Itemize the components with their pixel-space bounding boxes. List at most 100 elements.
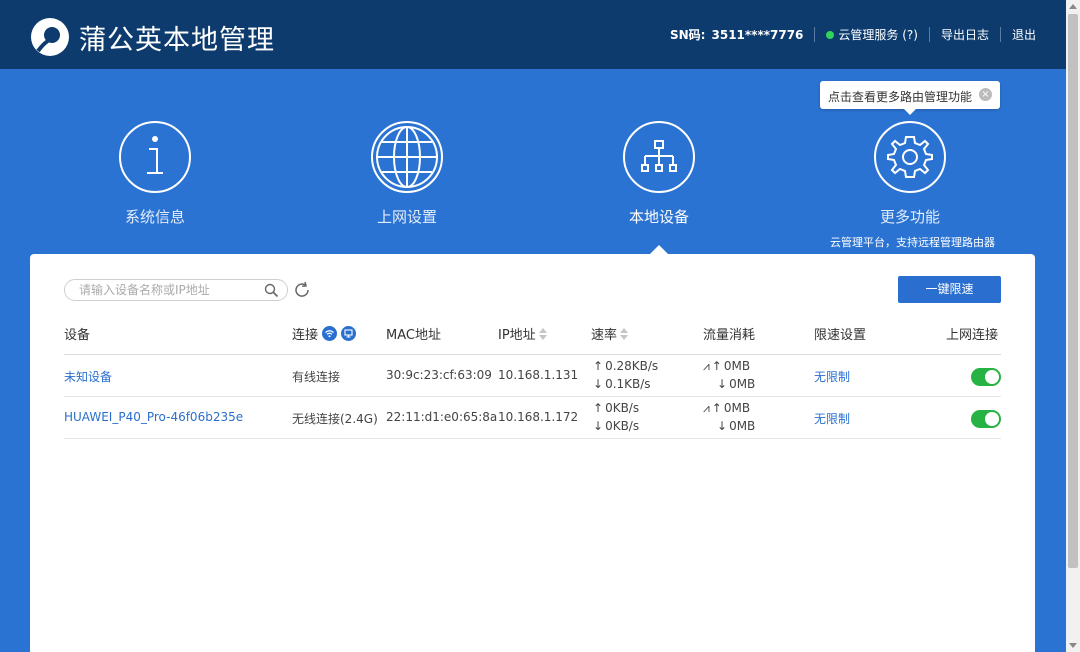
traffic-up: ⩘ ↑ 0MB xyxy=(703,401,750,416)
wired-filter-icon[interactable] xyxy=(341,326,357,341)
cloud-service-link[interactable]: 云管理服务 (?) xyxy=(838,26,918,43)
header-label: 限速设置 xyxy=(814,328,867,343)
rate-up-value: 0.28KB/s xyxy=(605,359,659,373)
arrow-up-icon: ↑ xyxy=(593,359,604,373)
nav-label: 上网设置 xyxy=(376,208,437,226)
header-divider xyxy=(64,354,1001,355)
sn-value: 3511****7776 xyxy=(711,27,804,42)
refresh-icon[interactable] xyxy=(293,281,311,299)
nav-internet-settings[interactable]: 上网设置 xyxy=(327,121,487,227)
scroll-thumb[interactable] xyxy=(1068,14,1078,568)
row-divider xyxy=(64,396,1001,397)
traffic-chart-icon[interactable]: ⩘ xyxy=(703,401,710,415)
app-title: 蒲公英本地管理 xyxy=(79,25,275,56)
rate-down: ↓ 0.1KB/s xyxy=(593,377,651,391)
globe-icon xyxy=(371,121,443,193)
network-topology-icon xyxy=(623,121,695,193)
arrow-down-icon: ↓ xyxy=(717,377,728,391)
arrow-down-icon: ↓ xyxy=(593,419,604,433)
mac-address: 30:9c:23:cf:63:09 xyxy=(386,368,492,382)
top-bar: 蒲公英本地管理 SN码: 3511****7776 云管理服务 (?) 导出日志… xyxy=(0,0,1066,69)
divider xyxy=(999,27,1001,42)
scroll-up-arrow-icon[interactable] xyxy=(1069,4,1077,9)
traffic-chart-icon[interactable]: ⩘ xyxy=(703,359,710,373)
connection-type: 有线连接 xyxy=(292,370,341,384)
header-label: IP地址 xyxy=(498,328,536,343)
speed-limit-link[interactable]: 无限制 xyxy=(814,410,850,427)
nav-label: 系统信息 xyxy=(124,208,185,226)
internet-access-toggle[interactable] xyxy=(971,368,1001,386)
traffic-down: ↓ 0MB xyxy=(717,377,755,391)
rate-down: ↓ 0KB/s xyxy=(593,419,639,433)
header-label: 流量消耗 xyxy=(703,328,756,343)
speed-limit-link[interactable]: 无限制 xyxy=(814,368,850,385)
gear-icon xyxy=(874,121,946,193)
rate-down-value: 0.1KB/s xyxy=(605,377,651,391)
info-icon xyxy=(119,121,191,193)
arrow-down-icon: ↓ xyxy=(593,377,604,391)
col-header-ip[interactable]: IP地址 xyxy=(498,324,547,343)
header-label: MAC地址 xyxy=(386,328,441,343)
ip-address: 10.168.1.131 xyxy=(498,368,579,382)
dandelion-logo-icon xyxy=(31,18,69,56)
wifi-filter-icon[interactable] xyxy=(322,326,338,341)
divider xyxy=(928,27,930,42)
header-label: 上网连接 xyxy=(946,328,999,343)
traffic-up-value: 0MB xyxy=(723,359,751,373)
col-header-mac: MAC地址 xyxy=(386,324,441,343)
nav-sub-label: 云管理平台，支持远程管理路由器 xyxy=(830,236,995,249)
watermark-text: 什么值得买 xyxy=(909,617,1009,641)
tooltip-text: 点击查看更多路由管理功能 xyxy=(828,90,973,104)
ip-address: 10.168.1.172 xyxy=(498,410,579,424)
active-tab-caret xyxy=(650,245,668,254)
one-click-speed-limit-button[interactable]: 一键限速 xyxy=(898,276,1001,303)
logout-link[interactable]: 退出 xyxy=(1012,26,1036,43)
col-header-online: 上网连接 xyxy=(946,324,998,343)
col-header-rate[interactable]: 速率 xyxy=(591,324,629,343)
more-features-tooltip: 点击查看更多路由管理功能 × xyxy=(820,81,1000,115)
connection-type: 无线连接(2.4G) xyxy=(292,412,378,426)
traffic-down: ↓ 0MB xyxy=(717,419,755,433)
close-icon[interactable]: × xyxy=(979,88,992,101)
divider xyxy=(814,27,816,42)
device-name-link[interactable]: HUAWEI_P40_Pro-46f06b235e xyxy=(64,410,243,424)
export-log-link[interactable]: 导出日志 xyxy=(941,26,989,43)
arrow-up-icon: ↑ xyxy=(711,359,722,373)
col-header-connection: 连接 xyxy=(292,324,357,343)
nav-local-devices[interactable]: 本地设备 xyxy=(579,121,739,227)
sn-label: SN码: xyxy=(670,28,706,42)
col-header-traffic: 流量消耗 xyxy=(703,324,755,343)
search-input[interactable] xyxy=(79,283,254,297)
watermark: 什么值得买 xyxy=(877,613,1009,642)
rate-up: ↑ 0.28KB/s xyxy=(593,359,658,373)
traffic-down-value: 0MB xyxy=(729,377,756,391)
col-header-limit: 限速设置 xyxy=(814,324,866,343)
scroll-down-arrow-icon[interactable] xyxy=(1069,643,1077,648)
status-dot-icon xyxy=(826,30,835,39)
watermark-logo-icon xyxy=(877,614,903,641)
scrollbar[interactable] xyxy=(1066,0,1080,652)
header-label: 设备 xyxy=(64,328,91,343)
rate-up-value: 0KB/s xyxy=(605,401,640,415)
rate-up: ↑ 0KB/s xyxy=(593,401,639,415)
search-box xyxy=(64,279,288,301)
internet-access-toggle[interactable] xyxy=(971,410,1001,428)
arrow-up-icon: ↑ xyxy=(711,401,722,415)
sort-icon[interactable] xyxy=(620,327,629,340)
rate-down-value: 0KB/s xyxy=(605,419,640,433)
traffic-down-value: 0MB xyxy=(729,419,756,433)
traffic-up-value: 0MB xyxy=(723,401,751,415)
col-header-device: 设备 xyxy=(64,324,90,343)
nav-system-info[interactable]: 系统信息 xyxy=(75,121,235,227)
search-icon[interactable] xyxy=(264,283,279,298)
arrow-up-icon: ↑ xyxy=(593,401,604,415)
device-name-link[interactable]: 未知设备 xyxy=(64,368,112,385)
sort-icon[interactable] xyxy=(538,327,547,340)
nav-label: 更多功能 xyxy=(879,208,940,226)
nav-more-features[interactable]: 更多功能 云管理平台，支持远程管理路由器 xyxy=(830,121,995,250)
mac-address: 22:11:d1:e0:65:8a xyxy=(386,410,498,424)
row-divider xyxy=(64,438,1001,439)
nav-label: 本地设备 xyxy=(628,208,689,226)
header-actions: SN码: 3511****7776 云管理服务 (?) 导出日志 退出 xyxy=(670,26,1036,43)
traffic-up: ⩘ ↑ 0MB xyxy=(703,359,750,374)
